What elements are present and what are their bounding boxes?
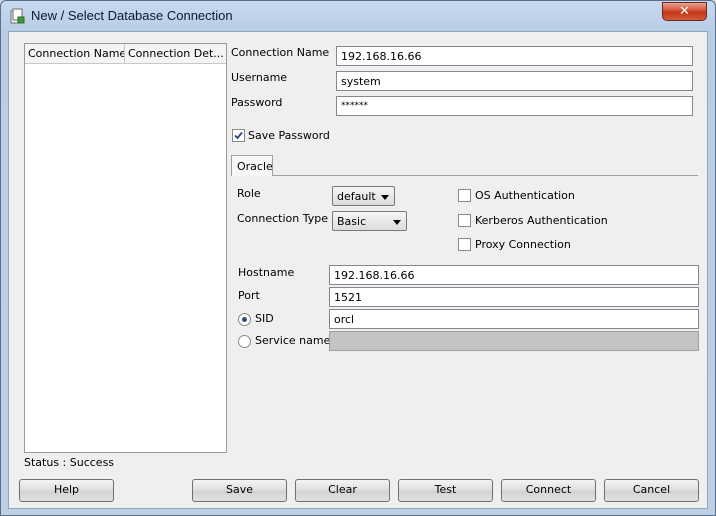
database-connection-icon bbox=[9, 8, 25, 24]
role-label: Role bbox=[237, 187, 261, 200]
proxy-connection-label[interactable]: Proxy Connection bbox=[475, 238, 571, 251]
os-authentication-label[interactable]: OS Authentication bbox=[475, 189, 575, 202]
save-password-checkbox[interactable] bbox=[232, 129, 245, 142]
title-bar[interactable]: New / Select Database Connection ✕ bbox=[1, 1, 715, 31]
password-input[interactable]: ****** bbox=[336, 96, 693, 116]
tab-oracle[interactable]: Oracle bbox=[231, 155, 273, 176]
hostname-label: Hostname bbox=[238, 266, 295, 279]
kerberos-authentication-label[interactable]: Kerberos Authentication bbox=[475, 214, 608, 227]
username-input[interactable]: system bbox=[336, 71, 693, 91]
service-name-input bbox=[329, 331, 699, 351]
service-name-radio[interactable] bbox=[238, 335, 251, 348]
radio-selected-dot bbox=[242, 317, 247, 322]
status-text: Status : Success bbox=[24, 456, 115, 469]
help-button[interactable]: Help bbox=[19, 479, 114, 502]
list-header: Connection Name Connection Det... bbox=[25, 44, 226, 64]
column-separator[interactable] bbox=[124, 44, 125, 64]
os-authentication-checkbox[interactable] bbox=[458, 189, 471, 202]
column-header-connection-name[interactable]: Connection Name bbox=[28, 47, 124, 63]
connection-type-select-value: Basic bbox=[337, 215, 367, 228]
connection-list[interactable]: Connection Name Connection Det... bbox=[24, 43, 227, 453]
tab-divider bbox=[273, 175, 698, 176]
window-title: New / Select Database Connection bbox=[31, 8, 233, 23]
cancel-button[interactable]: Cancel bbox=[604, 479, 699, 502]
role-select-value: default bbox=[337, 190, 376, 203]
dialog-content: Connection Name Connection Det... Connec… bbox=[8, 31, 708, 509]
connection-type-label: Connection Type bbox=[237, 212, 329, 225]
username-label: Username bbox=[231, 71, 288, 84]
port-label: Port bbox=[238, 289, 260, 302]
close-icon: ✕ bbox=[679, 4, 690, 19]
save-button[interactable]: Save bbox=[192, 479, 287, 502]
hostname-input[interactable]: 192.168.16.66 bbox=[329, 265, 699, 285]
sid-radio[interactable] bbox=[238, 313, 251, 326]
dialog-window: New / Select Database Connection ✕ Conne… bbox=[0, 0, 716, 516]
chevron-down-icon bbox=[393, 220, 401, 225]
sid-label[interactable]: SID bbox=[255, 312, 274, 325]
port-input[interactable]: 1521 bbox=[329, 287, 699, 307]
clear-button[interactable]: Clear bbox=[295, 479, 390, 502]
password-label: Password bbox=[231, 96, 283, 109]
connection-name-label: Connection Name bbox=[231, 46, 330, 59]
chevron-down-icon bbox=[381, 195, 389, 200]
test-button[interactable]: Test bbox=[398, 479, 493, 502]
connection-type-select[interactable]: Basic bbox=[332, 211, 407, 231]
proxy-connection-checkbox[interactable] bbox=[458, 238, 471, 251]
check-icon bbox=[234, 131, 243, 140]
connection-name-input[interactable]: 192.168.16.66 bbox=[336, 46, 693, 66]
close-button[interactable]: ✕ bbox=[662, 2, 707, 21]
tab-oracle-label: Oracle bbox=[237, 160, 273, 173]
save-password-label[interactable]: Save Password bbox=[248, 129, 330, 142]
service-name-label[interactable]: Service name bbox=[255, 334, 330, 347]
sid-input[interactable]: orcl bbox=[329, 309, 699, 329]
column-header-connection-details[interactable]: Connection Det... bbox=[128, 47, 225, 63]
kerberos-authentication-checkbox[interactable] bbox=[458, 214, 471, 227]
role-select[interactable]: default bbox=[332, 186, 395, 206]
connect-button[interactable]: Connect bbox=[501, 479, 596, 502]
